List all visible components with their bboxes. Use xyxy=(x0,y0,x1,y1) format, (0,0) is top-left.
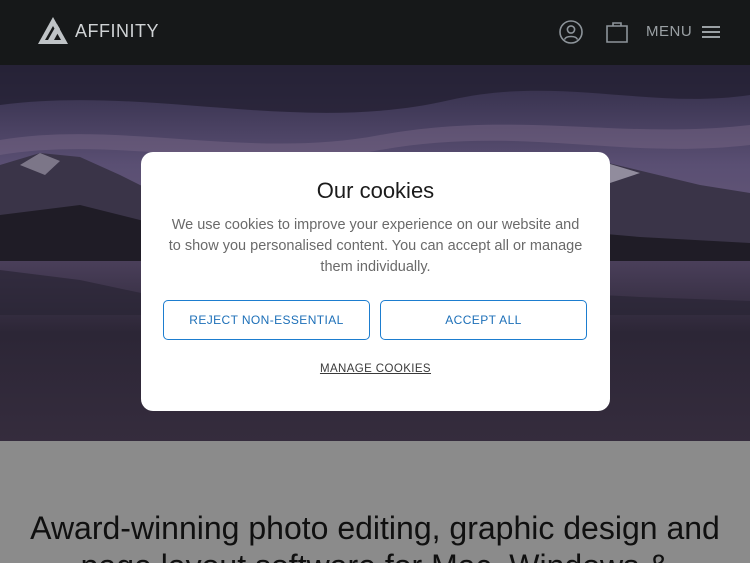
manage-cookies-link[interactable]: MANAGE COOKIES xyxy=(141,363,610,375)
main-content: Award-winning photo editing, graphic des… xyxy=(0,441,750,563)
user-icon[interactable] xyxy=(559,20,583,44)
bag-icon[interactable] xyxy=(605,20,629,44)
affinity-triangle-logo xyxy=(38,17,68,44)
menu-button[interactable]: MENU xyxy=(646,23,721,40)
dialog-body-text: We use cookies to improve your experienc… xyxy=(168,217,583,275)
menu-label: MENU xyxy=(646,23,693,40)
hamburger-icon xyxy=(702,25,721,38)
logo[interactable]: AFFINITY xyxy=(37,16,159,46)
logo-text: AFFINITY xyxy=(75,20,159,41)
accept-all-button[interactable]: ACCEPT ALL xyxy=(380,300,587,340)
cookie-consent-dialog: Our cookies We use cookies to improve yo… xyxy=(141,152,610,411)
dialog-title: Our cookies xyxy=(316,178,435,203)
reject-non-essential-button[interactable]: REJECT NON-ESSENTIAL xyxy=(163,300,370,340)
page-headline: Award-winning photo editing, graphic des… xyxy=(30,510,720,563)
site-header: AFFINITY MENU xyxy=(0,0,750,65)
